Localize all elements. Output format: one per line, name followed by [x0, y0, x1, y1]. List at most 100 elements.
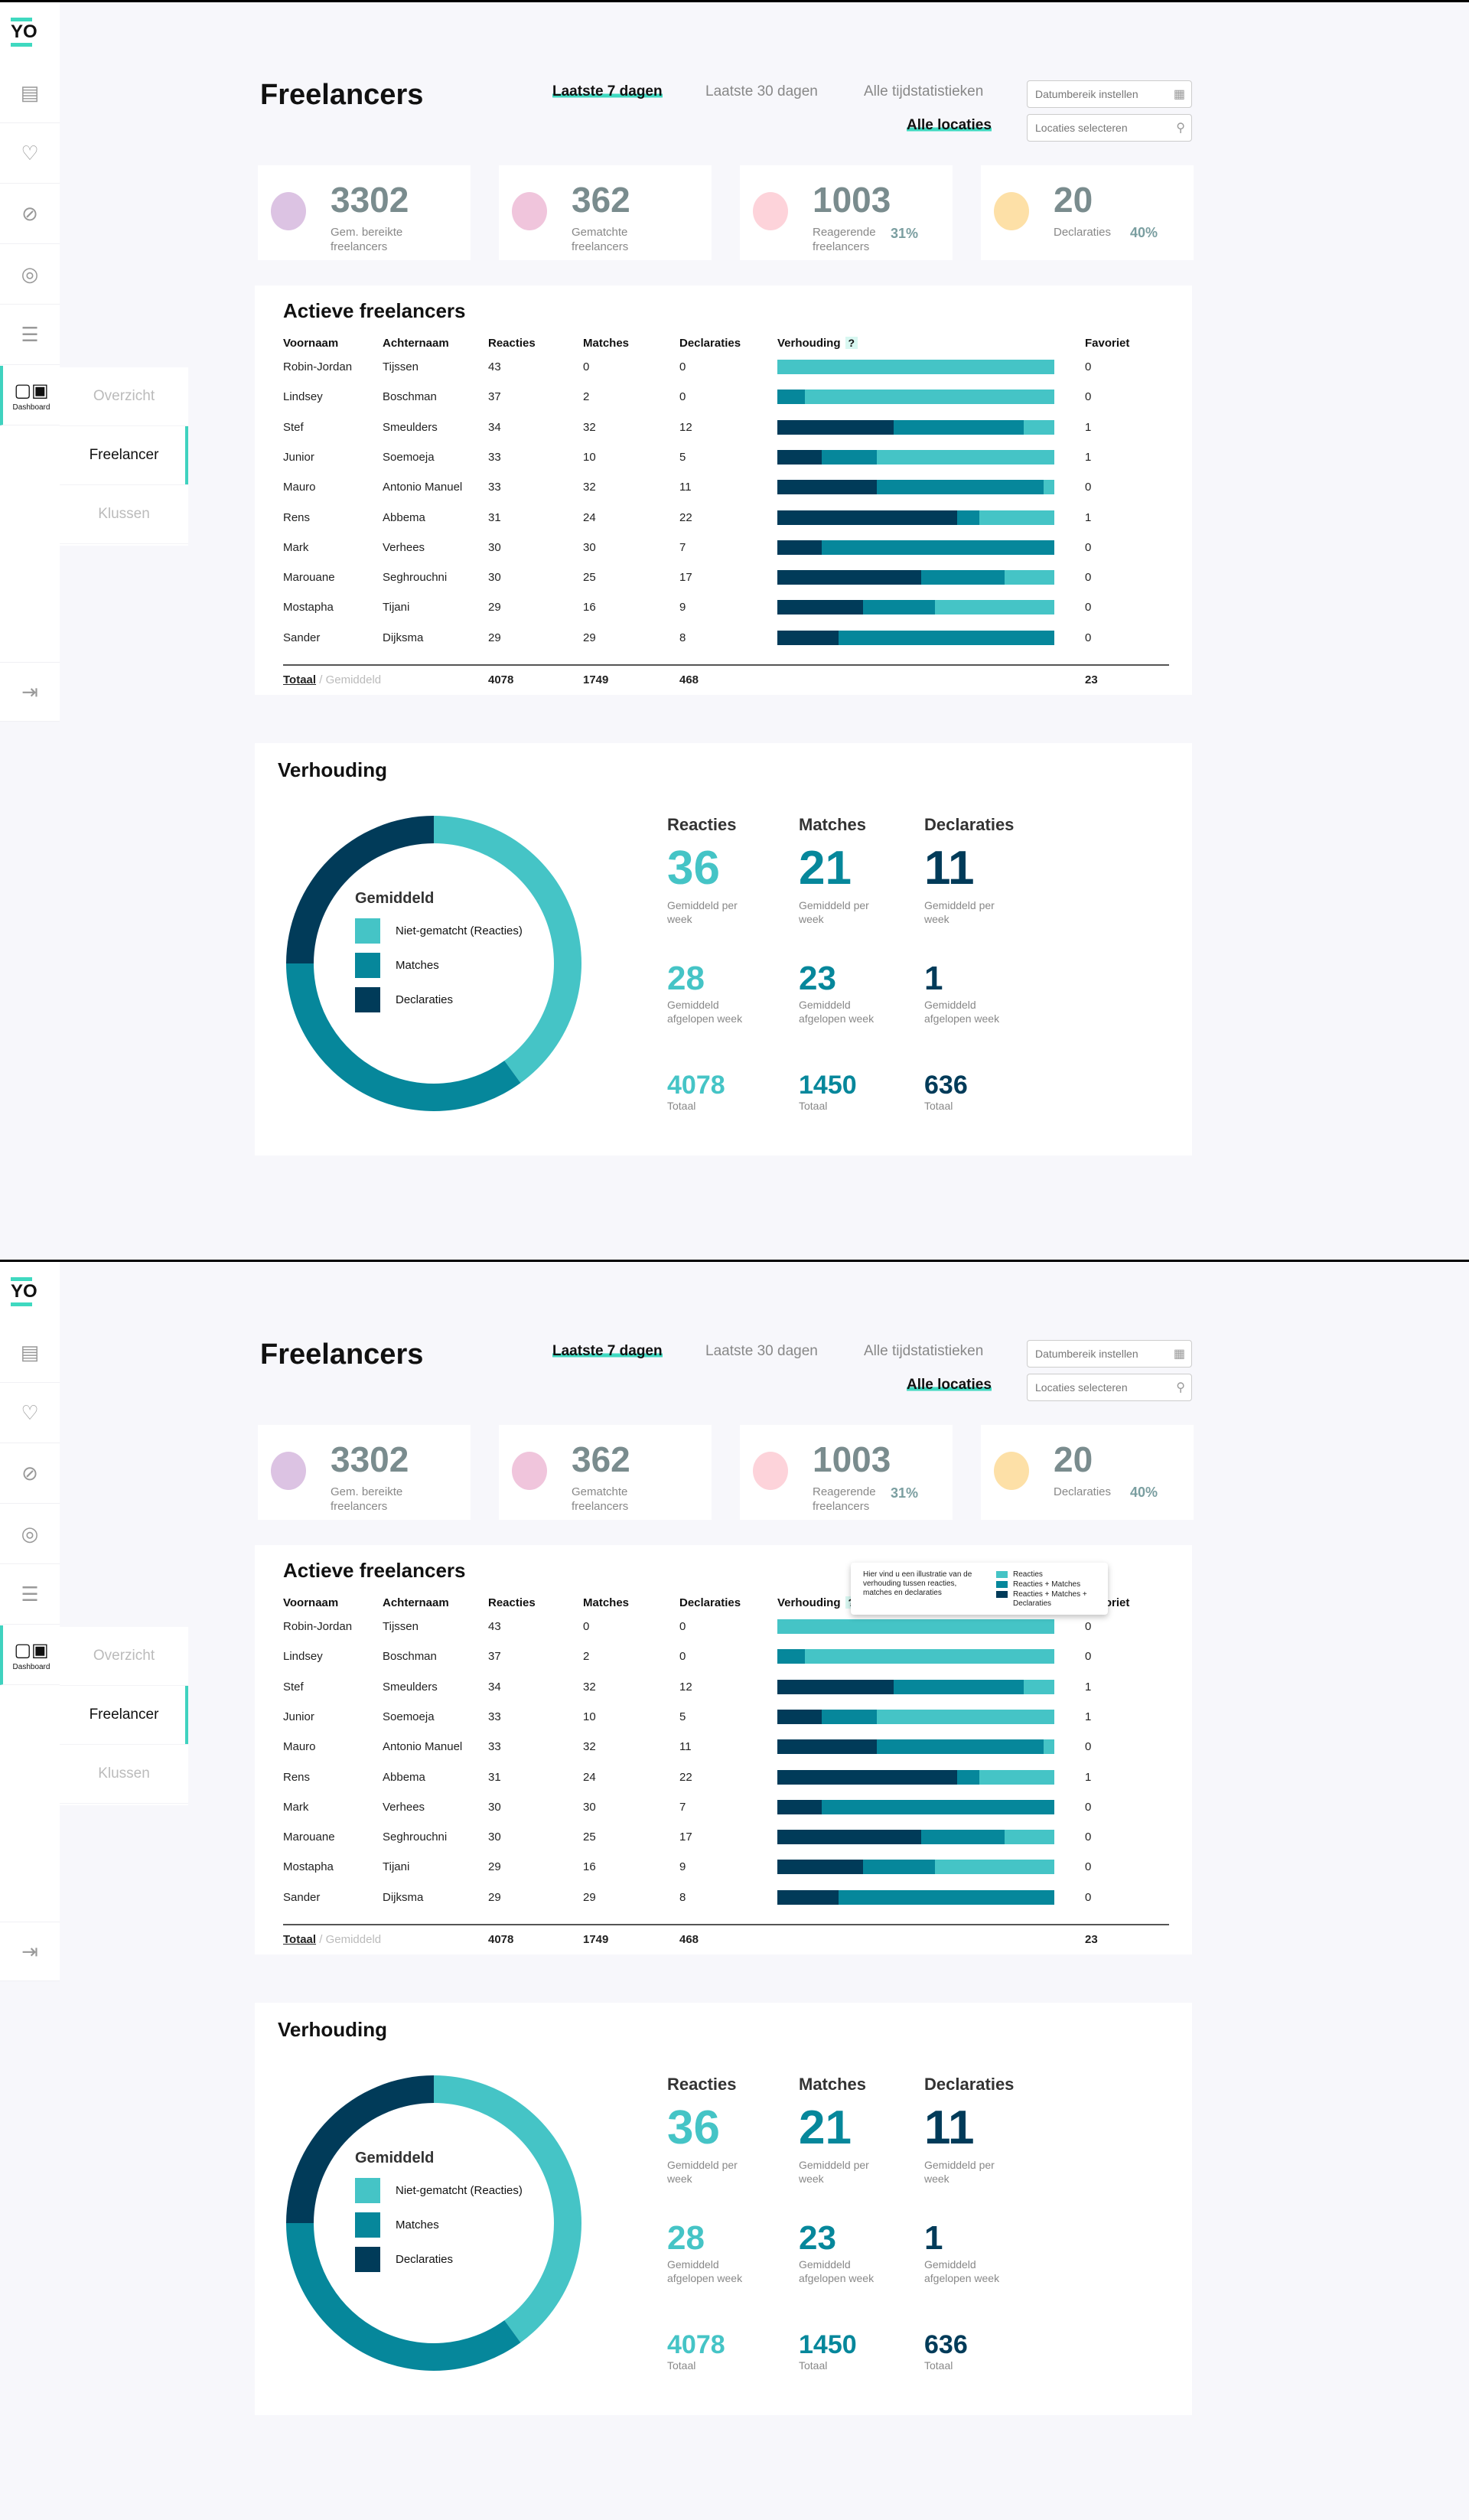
sidebar-heart[interactable]: ♡: [0, 1384, 60, 1443]
cell-first: Robin-Jordan: [283, 1620, 353, 1633]
average-label[interactable]: Gemiddeld: [326, 673, 382, 686]
sidebar-sliders[interactable]: ☰: [0, 305, 60, 365]
stat-percentage: 40%: [1130, 1485, 1158, 1500]
ratio-declaraties-segment: [777, 1860, 864, 1875]
stat-label: Declaraties: [1054, 1485, 1112, 1498]
cell-declaraties: 22: [679, 510, 692, 524]
submenu-item-overzicht[interactable]: Overzicht: [60, 367, 188, 426]
submenu-item-freelancer[interactable]: Freelancer: [60, 1686, 188, 1745]
cell-reacties: 30: [488, 1831, 501, 1844]
sidebar-user-circle[interactable]: ◎: [0, 1505, 60, 1564]
sidebar-clipboard[interactable]: ▤: [0, 64, 60, 123]
column-header-voornaam: Voornaam: [283, 1596, 338, 1609]
sidebar-dashboard[interactable]: ▢▣ Dashboard: [0, 366, 60, 425]
sidebar-block[interactable]: ⊘: [0, 1444, 60, 1504]
cell-matches: 32: [583, 1740, 596, 1754]
sidebar-dashboard[interactable]: ▢▣ Dashboard: [0, 1625, 60, 1685]
stat-value: 20: [1054, 1439, 1093, 1479]
date-range-placeholder: Datumbereik instellen: [1035, 88, 1138, 100]
help-icon[interactable]: ?: [845, 337, 858, 349]
metric-per-week: 36: [667, 2101, 720, 2154]
stat-label: Gem. bereikte freelancers: [331, 226, 403, 253]
tab-period-1[interactable]: Laatste 30 dagen: [705, 83, 818, 100]
tab-period-2[interactable]: Alle tijdstatistieken: [864, 83, 983, 100]
logo[interactable]: YO: [11, 1276, 37, 1308]
table-title: Actieve freelancers: [283, 1559, 466, 1582]
tab-period-0[interactable]: Laatste 7 dagen: [552, 83, 663, 100]
tab-period-2[interactable]: Alle tijdstatistieken: [864, 1343, 983, 1360]
submenu-item-freelancer[interactable]: Freelancer: [60, 426, 188, 485]
cell-last: Abbema: [383, 510, 425, 524]
sidebar-heart[interactable]: ♡: [0, 124, 60, 184]
tab-period-1[interactable]: Laatste 30 dagen: [705, 1343, 818, 1360]
cell-reacties: 31: [488, 510, 501, 524]
sidebar-clipboard[interactable]: ▤: [0, 1323, 60, 1383]
cell-reacties: 30: [488, 1800, 501, 1814]
dashboard-icon: ▢▣: [14, 1639, 49, 1661]
cell-matches: 32: [583, 1680, 596, 1694]
sidebar-block[interactable]: ⊘: [0, 184, 60, 244]
total-matches: 1749: [583, 1933, 609, 1946]
metric-header: Reacties: [667, 2075, 737, 2094]
ratio-reacties-segment: [1024, 1679, 1054, 1694]
legend-label: Niet-gematcht (Reacties): [396, 2184, 523, 2197]
metric-last-week: 28: [667, 2219, 705, 2257]
total-divider: [283, 1924, 1169, 1925]
cell-reacties: 43: [488, 1620, 501, 1633]
ratio-bar: [777, 480, 1054, 495]
cell-declaraties: 22: [679, 1770, 692, 1784]
cell-declaraties: 11: [679, 1740, 692, 1754]
cell-declaraties: 17: [679, 571, 692, 585]
tab-all-locations[interactable]: Alle locaties: [907, 1377, 992, 1394]
total-label[interactable]: Totaal: [283, 673, 316, 686]
ratio-bar: [777, 419, 1054, 435]
sidebar-sliders[interactable]: ☰: [0, 1565, 60, 1625]
metric-header: Matches: [799, 2075, 867, 2094]
clipboard-icon: ▤: [20, 1341, 40, 1364]
cell-first: Lindsey: [283, 1650, 323, 1664]
cell-matches: 29: [583, 1890, 596, 1904]
stat-dot: [994, 192, 1029, 230]
cell-last: Seghrouchni: [383, 571, 448, 585]
date-range-input[interactable]: Datumbereik instellen ▦: [1027, 80, 1192, 108]
metric-last-week: 28: [667, 960, 705, 997]
date-range-input[interactable]: Datumbereik instellen ▦: [1027, 1340, 1192, 1368]
column-header-achternaam: Achternaam: [383, 1596, 449, 1609]
logout-button[interactable]: ⇥: [0, 1922, 60, 1981]
dashboard-view-with-tooltip: YO ▤ ♡ ⊘ ◎ ☰ ▢▣ Dashboard ⇥ Overzicht Freelancer…: [0, 1260, 1469, 2519]
average-label[interactable]: Gemiddeld: [326, 1933, 382, 1946]
stat-percentage: 31%: [891, 1485, 919, 1501]
metric-per-week-label: Gemiddeld per week: [667, 899, 738, 925]
legend-label: Declaraties: [396, 2253, 454, 2266]
cell-last: Seghrouchni: [383, 1831, 448, 1844]
submenu-item-overzicht[interactable]: Overzicht: [60, 1627, 188, 1686]
submenu-item-klussen[interactable]: Klussen: [60, 485, 188, 544]
stat-card: 362 Gematchte freelancers: [499, 165, 712, 260]
submenu-item-klussen[interactable]: Klussen: [60, 1745, 188, 1804]
cell-favoriet: 0: [1085, 1860, 1092, 1874]
cell-reacties: 33: [488, 450, 501, 464]
active-freelancers-card: Actieve freelancers Voornaam Achternaam Rea…: [255, 285, 1192, 695]
column-header-reacties: Reacties: [488, 1596, 536, 1609]
location-select[interactable]: Locaties selecteren ⚲: [1027, 114, 1192, 142]
column-header-label: Favoriet: [1085, 337, 1130, 350]
ratio-matches-segment: [777, 1649, 806, 1664]
logout-button[interactable]: ⇥: [0, 662, 60, 722]
sidebar-dashboard-label: Dashboard: [12, 1662, 50, 1671]
cell-favoriet: 0: [1085, 540, 1092, 554]
tab-all-locations[interactable]: Alle locaties: [907, 117, 992, 134]
metric-total-label: Totaal: [924, 2359, 953, 2372]
cell-favoriet: 1: [1085, 420, 1092, 434]
tab-period-0[interactable]: Laatste 7 dagen: [552, 1343, 663, 1360]
sliders-icon: ☰: [21, 323, 39, 346]
sidebar-user-circle[interactable]: ◎: [0, 245, 60, 305]
dashboard-view: YO ▤ ♡ ⊘ ◎ ☰ ▢▣ Dashboard ⇥ Overzicht Freelancer…: [0, 0, 1469, 1260]
cell-first: Marouane: [283, 571, 335, 585]
ratio-reacties-segment: [979, 510, 1054, 525]
location-select[interactable]: Locaties selecteren ⚲: [1027, 1374, 1192, 1401]
ratio-reacties-segment: [1004, 1830, 1054, 1845]
logo[interactable]: YO: [11, 16, 37, 48]
total-label[interactable]: Totaal: [283, 1933, 316, 1946]
cell-last: Soemoeja: [383, 1710, 435, 1723]
submenu: Overzicht Freelancer Klussen: [60, 1627, 188, 1805]
